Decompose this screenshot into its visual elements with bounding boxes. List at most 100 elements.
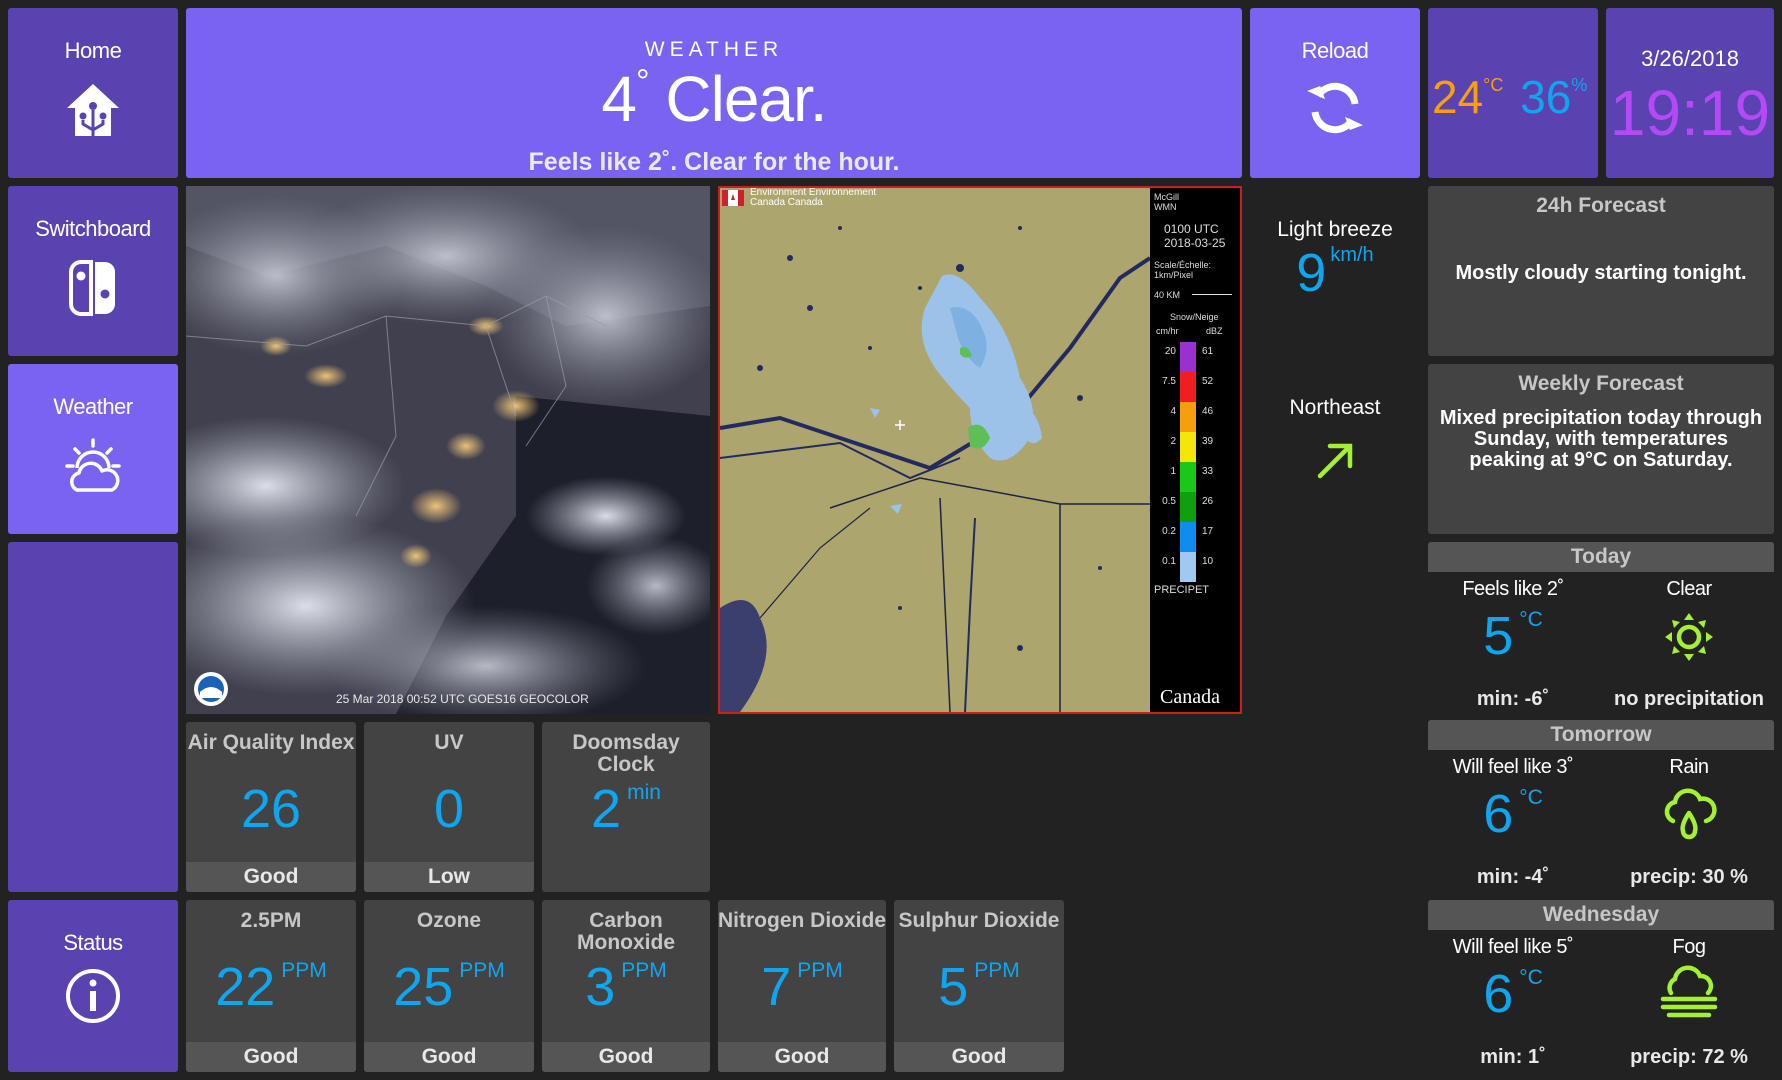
day-precip: no precipitation (1614, 688, 1764, 710)
satellite-map (186, 186, 710, 714)
radar-image[interactable]: Environment Environnement Canada Canada … (718, 186, 1242, 714)
switch-console-icon (69, 260, 115, 316)
radar-station: McGill WMN (1154, 192, 1179, 212)
forecast-weekly-title: Weekly Forecast (1518, 372, 1684, 395)
day-precip: precip: 72 % (1630, 1046, 1748, 1068)
day-temp: 6 °C (1483, 964, 1543, 1024)
radar-legend-left-label: 20 (1164, 346, 1176, 357)
metric-sulphur-dioxide: Sulphur Dioxide 5 PPM Good (894, 900, 1064, 1072)
radar-legend-swatch (1180, 432, 1196, 462)
day-condition: Fog (1672, 936, 1706, 958)
radar-legend-left-label: 1 (1170, 466, 1176, 477)
indoor-readings: 24°C 36% (1432, 70, 1587, 124)
day-feels-like: Will feel like 5˚ (1452, 936, 1574, 958)
metric-status: Low (364, 862, 534, 892)
radar-unit-left: cm/hr (1156, 326, 1179, 336)
radar-legend-right-label: 10 (1202, 556, 1214, 567)
wind-panel: Light breeze 9 km/h Northeast (1250, 186, 1420, 536)
metric-title: Sulphur Dioxide (898, 909, 1060, 932)
metric-title: Nitrogen Dioxide (718, 909, 886, 932)
day-forecast-tomorrow: Tomorrow Will feel like 3˚ 6 °C Rain min:… (1428, 720, 1774, 892)
metric-title: Air Quality Index (187, 731, 355, 754)
radar-legend-right-label: 46 (1202, 406, 1214, 417)
radar-legend-right-label: 52 (1202, 376, 1214, 387)
forecast-24h-panel: 24h Forecast Mostly cloudy starting toni… (1428, 186, 1774, 356)
radar-legend-right-label: 39 (1202, 436, 1214, 447)
nav-empty-panel (8, 542, 178, 892)
satellite-image[interactable]: 25 Mar 2018 00:52 UTC GOES16 GEOCOLOR (186, 186, 710, 714)
day-min: min: 1˚ (1480, 1046, 1546, 1068)
radar-legend-swatch (1180, 402, 1196, 432)
nav-switchboard[interactable]: Switchboard (8, 186, 178, 356)
fog-icon (1660, 965, 1718, 1018)
current-condition: Clear. (665, 63, 827, 135)
radar-legend-swatch (1180, 522, 1196, 552)
satellite-caption: 25 Mar 2018 00:52 UTC GOES16 GEOCOLOR (336, 692, 589, 706)
weather-caption: WEATHER (644, 38, 784, 61)
metric-pm25: 2.5PM 22 PPM Good (186, 900, 356, 1072)
radar-legend-left-label: 2 (1170, 436, 1176, 447)
day-min: min: -4˚ (1476, 866, 1550, 888)
wind-speed: 9 km/h (1250, 242, 1420, 304)
indoor-temp: 24 (1432, 71, 1484, 123)
indoor-humidity-unit: % (1571, 75, 1588, 95)
radar-legend-swatch (1180, 462, 1196, 492)
partly-cloudy-icon (65, 438, 121, 492)
metric-value: 25 PPM (393, 957, 505, 1017)
wind-description: Light breeze (1277, 218, 1393, 241)
indoor-sensor-panel[interactable]: 24°C 36% (1428, 8, 1598, 178)
metric-status: Good (186, 1042, 356, 1072)
day-temp: 6 °C (1483, 784, 1543, 844)
day-precip: precip: 30 % (1630, 866, 1748, 888)
wind-speed-unit: km/h (1330, 244, 1374, 266)
metric-status: Good (364, 1042, 534, 1072)
metric-title: Carbon Monoxide (577, 909, 675, 954)
forecast-weekly-panel: Weekly Forecast Mixed precipitation toda… (1428, 364, 1774, 534)
metric-status: Good (894, 1042, 1064, 1072)
nav-weather-label: Weather (53, 394, 133, 419)
nav-home[interactable]: Home (8, 8, 178, 178)
home-icon (67, 84, 119, 136)
rain-cloud-icon (1664, 788, 1717, 840)
forecast-weekly-text: Mixed precipitation today through Sunday… (1439, 407, 1763, 471)
radar-legend-swatch (1180, 342, 1196, 372)
day-name: Tomorrow (1428, 720, 1774, 750)
nav-status[interactable]: Status (8, 900, 178, 1072)
reload-button[interactable]: Reload (1250, 8, 1420, 178)
day-name: Today (1428, 542, 1774, 572)
nav-home-label: Home (64, 38, 122, 63)
forecast-24h-title: 24h Forecast (1536, 194, 1666, 217)
metric-status: Good (186, 862, 356, 892)
metric-air-quality: Air Quality Index 26 Good (186, 722, 356, 892)
metric-nitrogen-dioxide: Nitrogen Dioxide 7 PPM Good (718, 900, 886, 1072)
metric-value: 26 (240, 779, 302, 839)
radar-legend-left-label: 0.2 (1162, 526, 1176, 537)
radar-legend-left-label: 0.1 (1162, 556, 1176, 567)
metric-value: 7 PPM (761, 957, 843, 1017)
forecast-24h-text: Mostly cloudy starting tonight. (1455, 262, 1747, 284)
metric-status: Good (718, 1042, 886, 1072)
info-icon (66, 969, 120, 1023)
radar-product: PRECIPET (1154, 584, 1210, 596)
weather-summary-panel[interactable]: WEATHER 4° Clear. Feels like 2˚. Clear f… (186, 8, 1242, 178)
day-forecast-wednesday: Wednesday Will feel like 5˚ 6 °C Fog min:… (1428, 900, 1774, 1072)
metric-ozone: Ozone 25 PPM Good (364, 900, 534, 1072)
radar-scale: Scale/Échelle: 1km/Pixel (1154, 260, 1212, 280)
metric-doomsday-clock: Doomsday Clock 2 min (542, 722, 710, 892)
clock-panel: 3/26/2018 19:19 (1606, 8, 1774, 178)
wind-direction-arrow-icon (1317, 443, 1353, 479)
wind-direction: Northeast (1289, 396, 1381, 419)
current-conditions: 4° Clear. (186, 62, 1242, 136)
weather-summary-text: Feels like 2˚. Clear for the hour. (528, 148, 900, 176)
nav-status-label: Status (63, 930, 123, 955)
day-temp: 5 °C (1483, 606, 1543, 666)
day-condition: Rain (1669, 756, 1709, 778)
refresh-icon (1307, 82, 1363, 134)
metric-title: Doomsday Clock (572, 731, 680, 776)
nav-weather[interactable]: Weather (8, 364, 178, 534)
radar-time: 0100 UTC (1164, 222, 1219, 236)
radar-legend-panel: McGill WMN 0100 UTC 2018-03-25 Scale/Éch… (1150, 188, 1240, 712)
radar-agency: Environment Environnement Canada Canada (750, 187, 877, 208)
metric-value: 5 PPM (938, 957, 1020, 1017)
degree-symbol: ° (636, 63, 650, 101)
